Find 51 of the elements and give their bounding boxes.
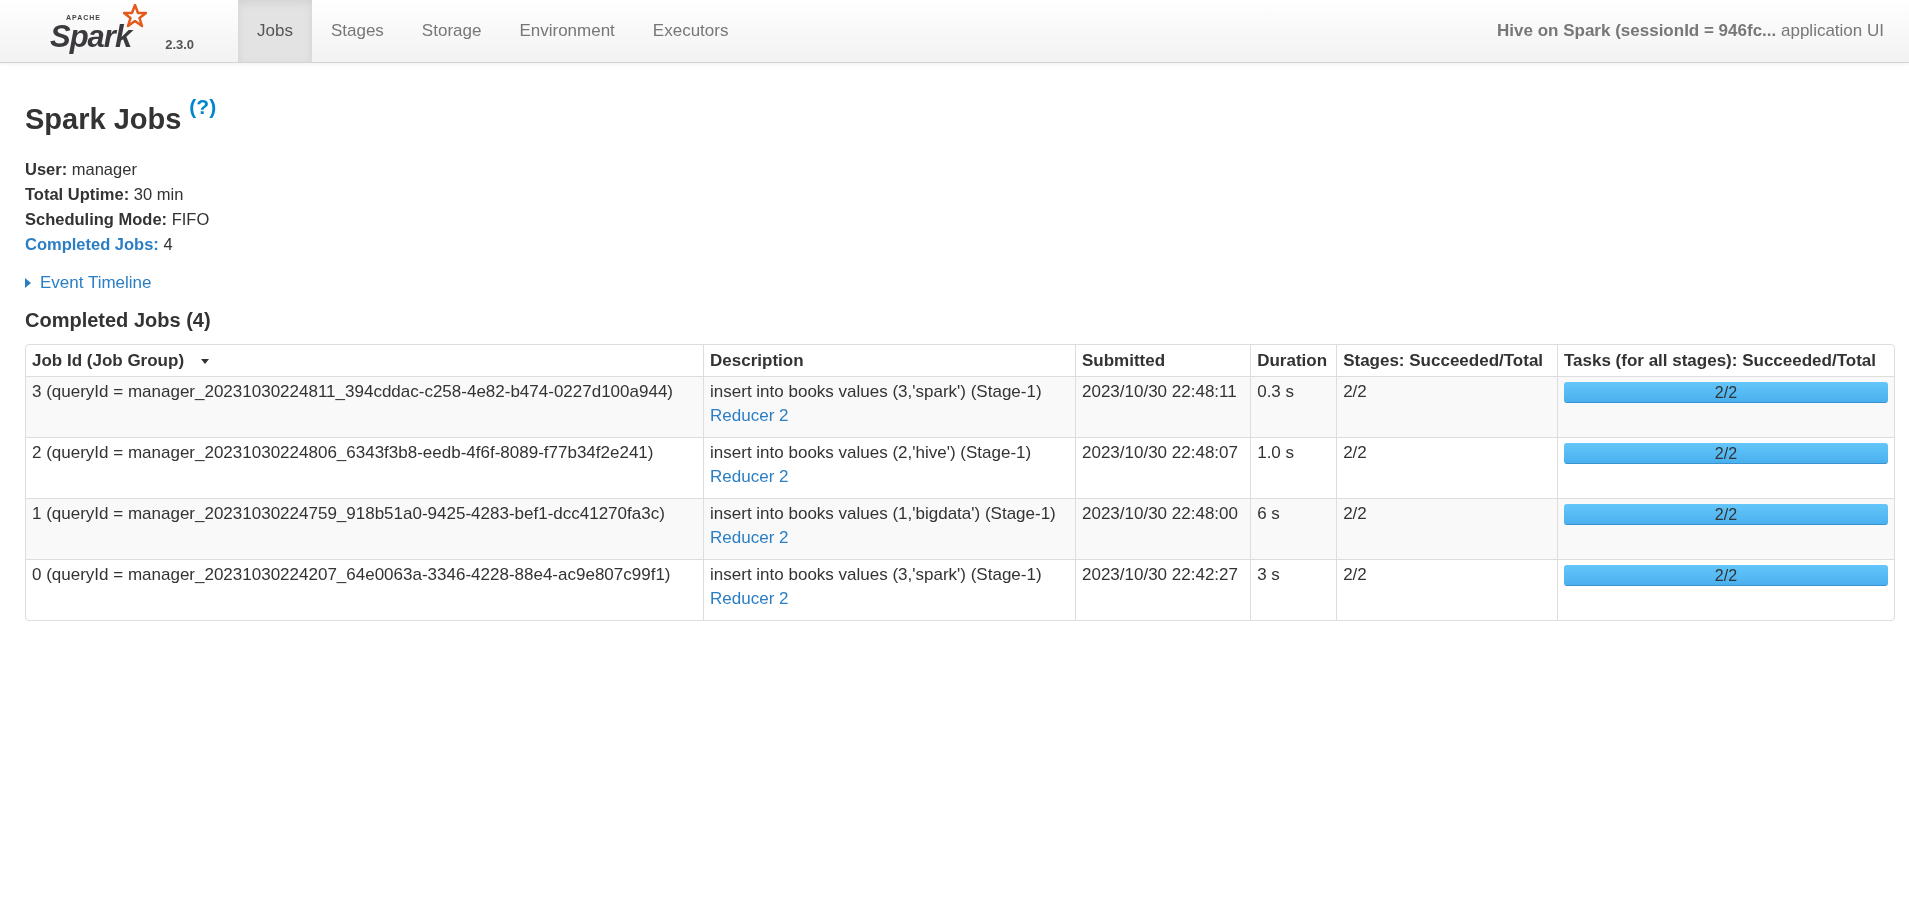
table-cell: 3 s (1250, 558, 1337, 620)
column-header: Submitted (1075, 344, 1251, 377)
summary-line: User: manager (25, 158, 138, 180)
column-header[interactable]: Job Id (Job Group) (26, 344, 704, 377)
progress-bar: 2/2 (1563, 564, 1888, 586)
event-timeline-toggle[interactable]: Event Timeline (25, 272, 1884, 293)
stage-link[interactable]: Reducer 2 (710, 405, 789, 426)
progress-bar: 2/2 (1563, 442, 1888, 464)
progress-bar: 2/2 (1563, 381, 1888, 403)
help-link[interactable]: (?) (189, 95, 217, 119)
expand-arrow-icon (25, 277, 31, 288)
section-title: Completed Jobs (4) (25, 308, 212, 332)
table-cell: 0.3 s (1250, 376, 1337, 437)
table-cell-text: insert into books values (3,'spark') (Stage-1) (710, 381, 1043, 402)
sort-caret-icon (200, 358, 209, 364)
table-cell: 2023/10/30 22:42:27 (1075, 558, 1251, 620)
table-cell: 6 s (1250, 497, 1337, 559)
stage-link[interactable]: Reducer 2 (710, 588, 789, 609)
table-cell-text: insert into books values (1,'bigdata') (Stage-1) (710, 503, 1057, 524)
stage-link[interactable]: Reducer 2 (710, 527, 789, 548)
table-cell: 1.0 s (1250, 436, 1337, 498)
table-cell: 3 (queryId = manager_20231030224811_394cddac-c258-4e82-b474-0227d100a944) (26, 376, 704, 437)
stage-link[interactable]: Reducer 2 (710, 466, 789, 487)
table-cell: 2/2 (1336, 558, 1557, 620)
table-cell: 2/2 (1336, 376, 1557, 437)
table-cell: 2023/10/30 22:48:00 (1075, 497, 1251, 559)
table-cell-text: insert into books values (3,'spark') (Stage-1) (710, 564, 1043, 585)
column-header: Duration (1250, 344, 1337, 377)
nav-tab[interactable]: Executors (633, 0, 748, 62)
table-cell: 2023/10/30 22:48:11 (1075, 376, 1251, 437)
page-title: Spark Jobs (25, 102, 182, 137)
column-header: Description (703, 344, 1075, 377)
nav-tab[interactable]: Jobs (238, 0, 312, 62)
version-label: 2.3.0 (165, 37, 195, 52)
column-header: Tasks (for all stages): Succeeded/Total (1556, 344, 1894, 377)
table-cell-text: insert into books values (2,'hive') (Stage-1) (710, 442, 1033, 463)
nav-tab[interactable]: Storage (402, 0, 501, 62)
nav-tab[interactable]: Stages (311, 0, 403, 62)
column-header: Stages: Succeeded/Total (1336, 344, 1557, 377)
table-cell: 2/2 (1336, 497, 1557, 559)
table-cell: 2023/10/30 22:48:07 (1075, 436, 1251, 498)
application-title: Hive on Spark (sessionId = 946fc... application UI (1497, 21, 1885, 41)
table-cell: 2 (queryId = manager_20231030224806_6343f3b8-eedb-4f6f-8089-f77b34f2e241) (26, 436, 704, 498)
table-cell: 1 (queryId = manager_20231030224759_918b51a0-9425-4283-bef1-dcc41270fa3c) (26, 497, 704, 559)
progress-bar: 2/2 (1563, 503, 1888, 525)
summary-line: Scheduling Mode: FIFO (25, 208, 211, 230)
summary-link[interactable]: Completed Jobs: 4 (25, 231, 1884, 257)
summary-line: Total Uptime: 30 min (25, 183, 185, 205)
table-cell: 2/2 (1336, 436, 1557, 498)
nav-tab[interactable]: Environment (500, 0, 634, 62)
table-cell: 0 (queryId = manager_20231030224207_64e0063a-3346-4228-88e4-ac9e807c99f1) (26, 558, 704, 620)
